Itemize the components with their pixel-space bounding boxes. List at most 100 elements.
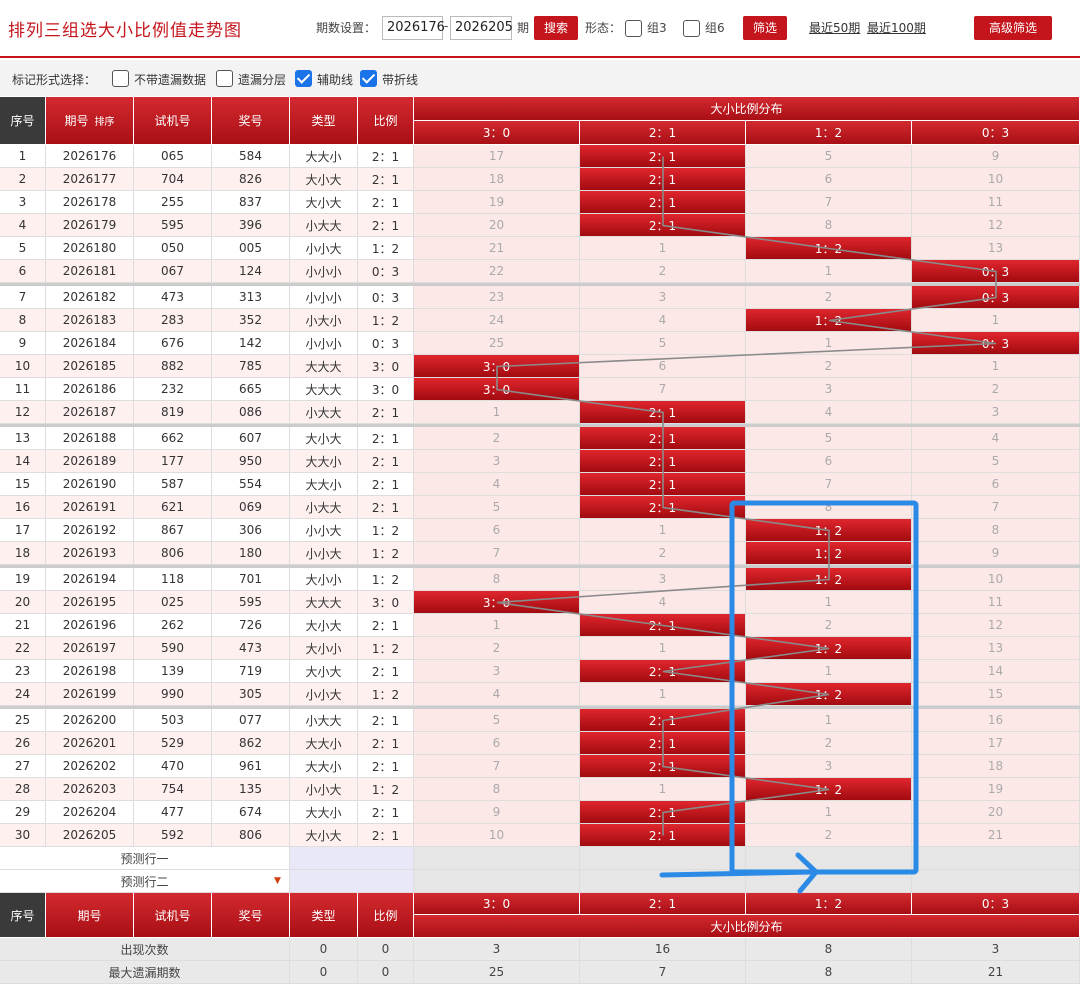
row-period: 2026185 [46,355,134,378]
omission-cell: 5 [580,332,746,355]
row-type: 大大小 [290,801,358,824]
row-seq: 24 [0,683,46,706]
omission-cell: 10 [912,568,1080,591]
row-test: 867 [134,519,212,542]
omission-cell: 2 [746,614,912,637]
group3-checkbox[interactable] [625,20,642,37]
period-from-input[interactable]: 2026176 [382,16,445,40]
predict-row-2-cell[interactable] [746,870,912,893]
row-type: 小大大 [290,401,358,424]
omission-layer-checkbox[interactable] [216,70,233,87]
omission-cell: 2 [580,542,746,565]
omission-cell: 3 [414,660,580,683]
advanced-filter-button[interactable]: 高级筛选 [974,16,1052,40]
selected-ratio-cell: 2：1 [580,660,746,683]
omission-cell: 4 [580,591,746,614]
period-to-input[interactable]: 2026205 [450,16,513,40]
row-seq: 8 [0,309,46,332]
omission-cell: 9 [912,542,1080,565]
selected-ratio-cell: 0：3 [912,260,1080,283]
omission-cell: 7 [414,542,580,565]
stat-label: 出现次数 [0,938,290,961]
predict-row-2-label[interactable]: 预测行二 [0,870,290,893]
predict-row-2-cell[interactable] [580,870,746,893]
selected-ratio-cell: 2：1 [580,614,746,637]
recent-50-link[interactable]: 最近50期 [809,19,860,36]
selected-ratio-cell: 2：1 [580,473,746,496]
row-award: 313 [212,286,290,309]
row-award: 135 [212,778,290,801]
row-seq: 25 [0,709,46,732]
search-button[interactable]: 搜索 [534,16,578,40]
selected-ratio-cell: 2：1 [580,168,746,191]
row-award: 554 [212,473,290,496]
row-type: 小小大 [290,778,358,801]
header-award: 奖号 [212,97,290,145]
row-ratio: 3：0 [358,378,414,401]
recent-100-link[interactable]: 最近100期 [867,19,926,36]
predict-row-1-cell[interactable] [746,847,912,870]
row-award: 124 [212,260,290,283]
predict-row-1-cell[interactable] [912,847,1080,870]
row-test: 050 [134,237,212,260]
guide-line-checkbox[interactable] [295,70,312,87]
omission-layer-label: 遗漏分层 [238,73,287,87]
row-type: 小小小 [290,332,358,355]
row-award: 396 [212,214,290,237]
predict-row-2-input[interactable] [290,870,414,893]
row-award: 674 [212,801,290,824]
no-omission-checkbox[interactable] [112,70,129,87]
row-period: 2026191 [46,496,134,519]
sort-button[interactable]: 排序 [95,113,115,128]
row-period: 2026180 [46,237,134,260]
row-seq: 27 [0,755,46,778]
row-type: 小大小 [290,309,358,332]
omission-cell: 10 [414,824,580,847]
row-type: 大大小 [290,755,358,778]
row-type: 大小大 [290,824,358,847]
row-test: 676 [134,332,212,355]
row-ratio: 1：2 [358,237,414,260]
row-award: 726 [212,614,290,637]
row-ratio: 2：1 [358,145,414,168]
predict-row-1-label[interactable]: 预测行一 [0,847,290,870]
omission-cell: 20 [912,801,1080,824]
predict-row-2-cell[interactable] [414,870,580,893]
header-cat: 3：0 [414,121,580,145]
omission-cell: 2 [414,637,580,660]
row-type: 小大大 [290,496,358,519]
omission-cell: 1 [414,401,580,424]
predict-row-2-cell[interactable] [912,870,1080,893]
row-test: 595 [134,214,212,237]
row-test: 025 [134,591,212,614]
row-award: 961 [212,755,290,778]
selected-ratio-cell: 2：1 [580,496,746,519]
row-seq: 19 [0,568,46,591]
row-test: 587 [134,473,212,496]
row-ratio: 1：2 [358,309,414,332]
row-period: 2026186 [46,378,134,401]
row-period: 2026199 [46,683,134,706]
row-period: 2026198 [46,660,134,683]
omission-cell: 4 [746,401,912,424]
row-period: 2026189 [46,450,134,473]
omission-cell: 20 [414,214,580,237]
row-ratio: 0：3 [358,260,414,283]
predict-row-1-cell[interactable] [580,847,746,870]
omission-cell: 18 [912,755,1080,778]
row-period: 2026195 [46,591,134,614]
group6-checkbox[interactable] [683,20,700,37]
row-ratio: 2：1 [358,450,414,473]
row-seq: 30 [0,824,46,847]
row-award: 352 [212,309,290,332]
row-ratio: 1：2 [358,683,414,706]
omission-cell: 1 [580,637,746,660]
row-type: 大小大 [290,427,358,450]
predict-row-1-cell[interactable] [414,847,580,870]
predict-row-1-input[interactable] [290,847,414,870]
filter-button[interactable]: 筛选 [743,16,787,40]
omission-cell: 4 [414,683,580,706]
row-period: 2026179 [46,214,134,237]
row-ratio: 2：1 [358,660,414,683]
polyline-checkbox[interactable] [360,70,377,87]
